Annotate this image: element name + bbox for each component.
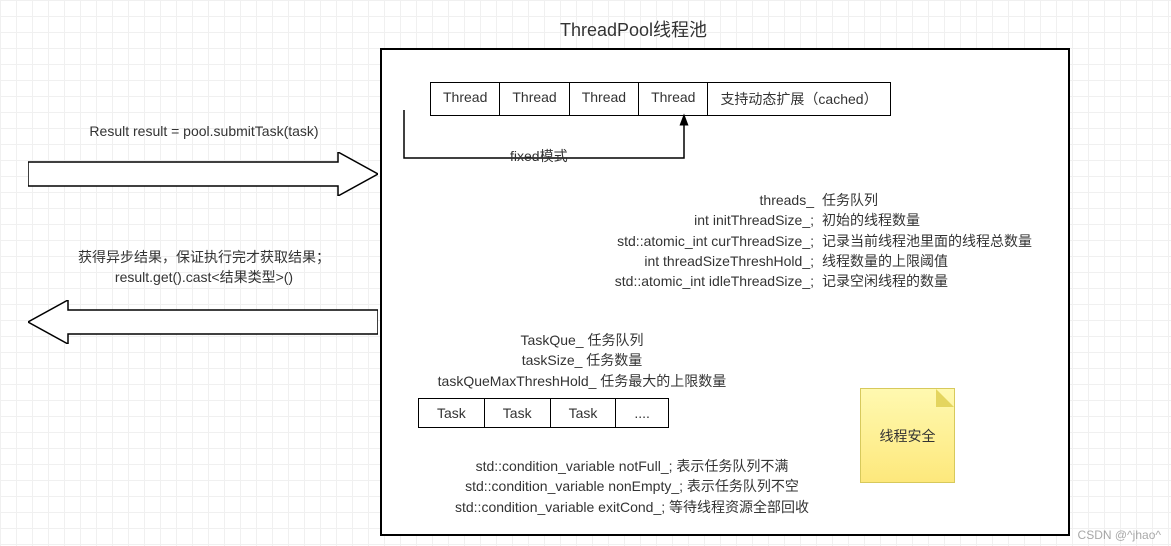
var-name: threads_ (582, 190, 822, 210)
cond-line: std::condition_variable nonEmpty_; 表示任务队… (392, 476, 872, 496)
var-name: std::atomic_int curThreadSize_; (582, 231, 822, 251)
task-cell: Task (485, 399, 551, 427)
task-row: Task Task Task .... (418, 398, 669, 428)
var-desc: 记录空闲线程的数量 (822, 271, 948, 291)
var-desc: 线程数量的上限阈值 (822, 251, 948, 271)
member-list: threads_任务队列 int initThreadSize_;初始的线程数量… (582, 190, 1032, 291)
result-get-text: 获得异步结果，保证执行完才获取结果； result.get().cast<结果类… (44, 248, 364, 287)
submit-task-text: Result result = pool.submitTask(task) (44, 122, 364, 142)
var-name: std::atomic_int idleThreadSize_; (582, 271, 822, 291)
var-name: int initThreadSize_; (582, 210, 822, 230)
task-meta-line: taskSize_ 任务数量 (402, 350, 762, 370)
cond-line: std::condition_variable exitCond_; 等待线程资… (392, 497, 872, 517)
arrow-left (28, 300, 378, 344)
sticky-note: 线程安全 (860, 388, 955, 483)
watermark: CSDN @^jhao^ (1078, 528, 1161, 542)
diagram-title: ThreadPool线程池 (560, 16, 707, 42)
cond-line: std::condition_variable notFull_; 表示任务队列… (392, 456, 872, 476)
condition-list: std::condition_variable notFull_; 表示任务队列… (392, 456, 872, 517)
task-meta-line: taskQueMaxThreshHold_ 任务最大的上限数量 (402, 371, 762, 391)
var-name: int threadSizeThreshHold_; (582, 251, 822, 271)
var-desc: 任务队列 (822, 190, 878, 210)
task-cell: .... (616, 399, 668, 427)
threadpool-box: Thread Thread Thread Thread 支持动态扩展（cache… (380, 48, 1070, 536)
task-meta: TaskQue_ 任务队列 taskSize_ 任务数量 taskQueMaxT… (402, 330, 762, 391)
result-text-line2: result.get().cast<结果类型>() (115, 269, 293, 285)
var-desc: 初始的线程数量 (822, 210, 920, 230)
sticky-text: 线程安全 (880, 426, 936, 446)
arrow-right (28, 152, 378, 196)
task-cell: Task (551, 399, 617, 427)
var-desc: 记录当前线程池里面的线程总数量 (822, 231, 1032, 251)
fixed-mode-label: fixed模式 (510, 146, 568, 166)
thread-cell-cached: 支持动态扩展（cached） (708, 83, 889, 115)
task-meta-line: TaskQue_ 任务队列 (402, 330, 762, 350)
task-cell: Task (419, 399, 485, 427)
result-text-line1: 获得异步结果，保证执行完才获取结果； (78, 249, 330, 265)
